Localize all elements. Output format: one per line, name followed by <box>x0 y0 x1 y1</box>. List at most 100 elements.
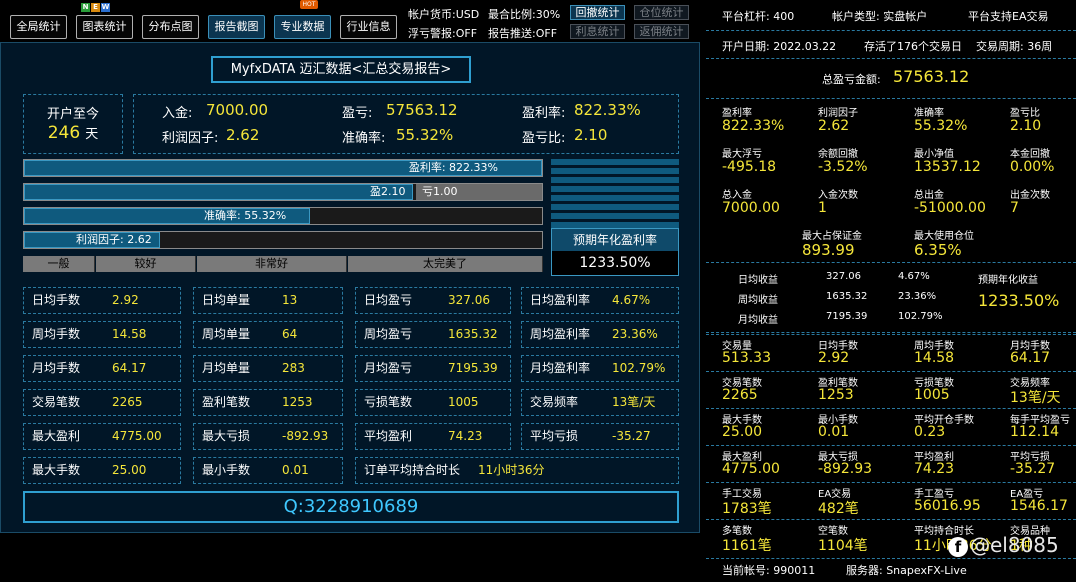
deposit-value: 7000.00 <box>206 101 269 119</box>
grid1-value: -51000.00 <box>914 200 986 216</box>
grid2-value: 0.23 <box>914 424 946 440</box>
grid1-value: 7 <box>1010 200 1019 216</box>
grid1-value: 13537.12 <box>914 159 981 175</box>
current-account: 当前帐号: 990011 <box>722 564 816 577</box>
new-badge-w: W <box>101 3 110 12</box>
grid2-value: 74.23 <box>914 461 955 477</box>
annual-return-box: 预期年化盈利率 1233.50% <box>551 228 679 276</box>
industry-info-button[interactable]: 行业信息 <box>340 15 397 39</box>
grid2-value: -35.27 <box>1010 461 1056 477</box>
earning-rate: 4.67% <box>898 271 930 282</box>
annual-gauge-stripes <box>551 159 679 231</box>
grid2-value: 0.01 <box>818 424 850 440</box>
drawdown-stats-button[interactable]: 回撤统计 <box>570 5 625 20</box>
grid1-label: 最小净值 <box>914 149 954 160</box>
summary-report-panel: MyfxDATA 迈汇数据<汇总交易报告> 开户至今 246 天 入金: 700… <box>0 42 700 533</box>
leverage: 平台杠杆: 400 <box>722 10 795 23</box>
grade-very-good: 非常好 <box>197 256 347 272</box>
stat-cell: 交易笔数 2265 <box>23 389 181 416</box>
profit-rate-value: 822.33% <box>574 101 641 119</box>
grid2-value: 25.00 <box>722 424 763 440</box>
stat-cell: 平均盈利 74.23 <box>355 423 511 450</box>
win-bar-text: 盈2.10 <box>370 185 406 198</box>
grid2-value: 1783笔 <box>722 501 772 517</box>
position-stats-button[interactable]: 仓位统计 <box>634 5 689 20</box>
days-since-open-box: 开户至今 246 天 <box>23 94 123 154</box>
grid1-value: 0.00% <box>1010 159 1055 175</box>
new-badge: NEW <box>81 3 111 12</box>
grid2-value: 1005 <box>914 387 950 403</box>
max-lots-cell: 最大手数 25.00 <box>23 457 181 484</box>
win-loss-value: 2.10 <box>574 126 608 144</box>
grid1-label: 本金回撤 <box>1010 149 1050 160</box>
stat-cell: 月均盈利率 102.79% <box>521 355 679 382</box>
grid1-label: 总出金 <box>914 190 944 201</box>
interest-stats-button[interactable]: 利息统计 <box>570 24 625 39</box>
stat-cell: 周均手数 14.58 <box>23 321 181 348</box>
stat-cell: 最大盈利 4775.00 <box>23 423 181 450</box>
grid1-label: 盈亏比 <box>1010 108 1040 119</box>
max-ratio: 最合比例:30% <box>488 8 561 21</box>
grade-scale: 一般 较好 非常好 太完美了 <box>23 256 543 272</box>
grid1-value: 2.62 <box>818 118 850 134</box>
grade-perfect: 太完美了 <box>348 256 543 272</box>
pro-data-button[interactable]: 专业数据 <box>274 15 331 39</box>
win-bar-fill <box>24 184 413 200</box>
grid1-label: 出金次数 <box>1010 190 1050 201</box>
max-position-value: 6.35% <box>914 241 962 259</box>
grid1-value: 2.10 <box>1010 118 1042 134</box>
grid1-label: 入金次数 <box>818 190 858 201</box>
max-margin-label: 最大占保证金 <box>802 231 862 242</box>
win-loss-label: 盈亏比: <box>522 131 566 146</box>
stat-cell: 盈利笔数 1253 <box>193 389 343 416</box>
grid2-value: 482笔 <box>818 501 859 517</box>
earning-label: 日均收益 <box>738 275 778 286</box>
global-stats-button[interactable]: 全局统计 <box>10 15 67 39</box>
grid2-value: 56016.95 <box>914 498 981 514</box>
report-title: MyfxDATA 迈汇数据<汇总交易报告> <box>211 56 471 83</box>
stat-cell: 周均盈亏 1635.32 <box>355 321 511 348</box>
accuracy-bar-text: 准确率: 55.32% <box>204 209 287 222</box>
win-loss-bar: 盈2.10 亏1.00 <box>23 183 543 201</box>
loss-bar-text: 亏1.00 <box>422 185 458 198</box>
facebook-icon: f <box>948 536 968 557</box>
open-date: 开户日期: 2022.03.22 <box>722 40 837 53</box>
earning-rate: 23.36% <box>898 291 937 302</box>
grid2-value: 4775.00 <box>722 461 780 477</box>
days-unit: 天 <box>85 127 99 142</box>
stat-cell: 交易频率 13笔/天 <box>521 389 679 416</box>
max-margin-value: 893.99 <box>802 241 855 259</box>
deposit-label: 入金: <box>162 106 193 121</box>
rebate-stats-button[interactable]: 返佣统计 <box>634 24 689 39</box>
grid1-value: -3.52% <box>818 159 868 175</box>
grid1-label: 准确率 <box>914 108 944 119</box>
toolbar: NEW HOT 全局统计 图表统计 分布点图 报告截图 专业数据 行业信息 帐户… <box>0 0 700 42</box>
chart-stats-button[interactable]: 图表统计 <box>76 15 133 39</box>
float-alert[interactable]: 浮亏警报:OFF <box>408 25 477 41</box>
profit-factor-value: 2.62 <box>226 126 260 144</box>
row-separator <box>706 371 1076 372</box>
server-name: 服务器: SnapexFX-Live <box>846 564 967 577</box>
grid1-value: 7000.00 <box>722 200 780 216</box>
ea-support: 平台支持EA交易 <box>968 10 1049 23</box>
earning-rate: 102.79% <box>898 311 943 322</box>
scatter-plot-button[interactable]: 分布点图 <box>142 15 199 39</box>
stat-cell: 日均单量 13 <box>193 287 343 314</box>
row-separator <box>706 334 1076 335</box>
report-screenshot-button[interactable]: 报告截图 <box>208 15 265 39</box>
watermark: f @el8085 <box>948 533 1059 557</box>
stat-cell: 最大亏损 -892.93 <box>193 423 343 450</box>
since-open-label: 开户至今 <box>46 107 99 122</box>
earning-value: 327.06 <box>826 271 861 282</box>
watermark-text: @el8085 <box>970 533 1059 557</box>
earning-value: 1635.32 <box>826 291 868 302</box>
profit-rate-label: 盈利率: <box>522 106 566 121</box>
new-badge-n: N <box>81 3 90 12</box>
survival-days: 存活了176个交易日 <box>864 40 962 53</box>
profit-factor-label: 利润因子: <box>162 131 219 146</box>
stat-cell: 亏损笔数 1005 <box>355 389 511 416</box>
grid1-label: 盈利率 <box>722 108 752 119</box>
stat-cell: 月均单量 283 <box>193 355 343 382</box>
grid2-value: 1161笔 <box>722 538 772 554</box>
report-push[interactable]: 报告推送:OFF <box>488 25 557 41</box>
